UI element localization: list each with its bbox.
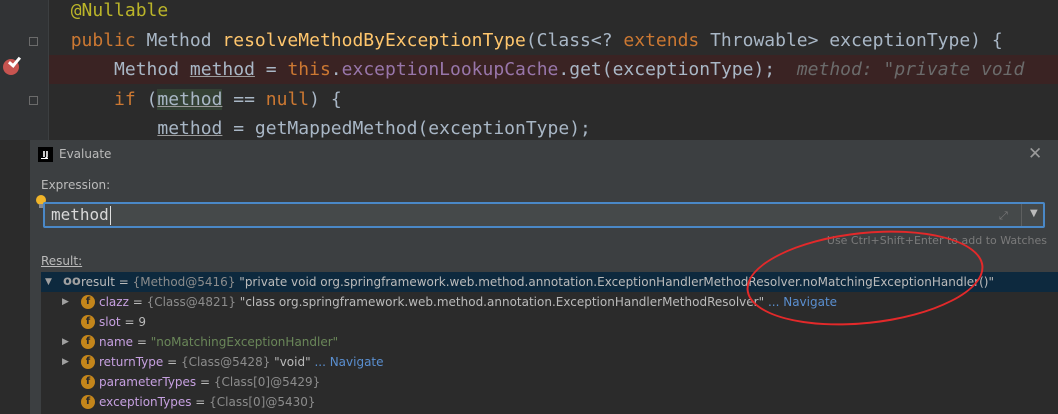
intellij-icon: IJ	[38, 147, 53, 162]
code-editor[interactable]: @Nullable public Method resolveMethodByE…	[49, 0, 1058, 140]
code-token: .get(exceptionType);	[558, 59, 776, 80]
dropdown-separator	[1021, 204, 1022, 226]
code-token: public	[70, 29, 147, 51]
result-ref: {Method@5416}	[132, 275, 236, 289]
field-name: clazz	[99, 295, 129, 309]
field-icon: f	[81, 355, 95, 369]
expand-arrow-icon[interactable]: ▶	[62, 292, 69, 312]
field-name: exceptionTypes	[99, 395, 192, 409]
field-icon: f	[81, 395, 95, 409]
field-value: "noMatchingExceptionHandler"	[150, 335, 339, 349]
collapse-arrow-icon[interactable]: ▼	[45, 272, 52, 292]
tree-row-returnType[interactable]: ▶ f returnType = {Class@5428} "void" ... N…	[41, 352, 1058, 372]
code-token: Method	[146, 29, 223, 51]
field-text: slot = 9	[99, 315, 146, 329]
expression-input[interactable]: method	[51, 205, 109, 225]
code-token: method	[189, 59, 255, 80]
field-ref: {Class@5428}	[180, 355, 271, 369]
code-line[interactable]: Method method = this.exceptionLookupCach…	[49, 55, 1058, 84]
tree-row-name[interactable]: ▶ f name = "noMatchingExceptionHandler"	[41, 332, 1058, 352]
field-ref: {Class[0]@5429}	[213, 375, 321, 389]
field-text: name = "noMatchingExceptionHandler"	[99, 335, 339, 349]
code-token: extends	[623, 29, 711, 51]
code-line[interactable]: public Method resolveMethodByExceptionTy…	[49, 26, 1058, 55]
code-token: method: "private void	[775, 59, 1025, 80]
expand-icon[interactable]: ⤢	[999, 209, 1008, 223]
code-token: null	[265, 88, 310, 110]
chevron-down-icon[interactable]: ▼	[1030, 208, 1038, 219]
field-name: parameterTypes	[99, 375, 197, 389]
code-token: Throwable> exceptionType) {	[710, 29, 1003, 51]
fold-icon[interactable]	[29, 96, 38, 105]
tree-row-parameterTypes[interactable]: f parameterTypes = {Class[0]@5429}	[41, 372, 1058, 392]
code-token: resolveMethodByExceptionType	[222, 29, 526, 51]
result-label: Result:	[41, 254, 83, 268]
field-icon: f	[81, 295, 95, 309]
field-name: name	[99, 335, 134, 349]
navigate-link[interactable]: ... Navigate	[314, 355, 383, 369]
code-token: method	[157, 118, 223, 139]
code-token: = getMappedMethod(exceptionType);	[222, 118, 591, 139]
tree-row-exceptionTypes[interactable]: f exceptionTypes = {Class[0]@5430}	[41, 392, 1058, 412]
field-text: parameterTypes = {Class[0]@5429}	[99, 375, 321, 389]
code-token: .	[330, 59, 342, 80]
expression-field[interactable]: method ⤢ ▼	[43, 202, 1045, 228]
field-text: returnType = {Class@5428} "void" ... Nav…	[99, 355, 384, 369]
expand-arrow-icon[interactable]: ▶	[62, 332, 69, 352]
fold-icon[interactable]	[29, 37, 38, 46]
code-token: =	[254, 59, 288, 80]
code-token: (	[146, 88, 158, 110]
code-token: ) {	[309, 88, 342, 110]
field-icon: f	[81, 315, 95, 329]
code-token: this	[287, 59, 331, 80]
field-ref: {Class@4821}	[146, 295, 236, 309]
field-value: "class org.springframework.web.method.an…	[239, 295, 765, 309]
code-line[interactable]: @Nullable	[49, 0, 1058, 25]
field-icon: f	[81, 375, 95, 389]
field-value: "void"	[274, 355, 311, 369]
dialog-title: Evaluate	[59, 147, 112, 161]
expression-label: Expression:	[41, 178, 111, 192]
field-name: returnType	[99, 355, 164, 369]
field-name: slot	[99, 315, 121, 329]
code-line[interactable]: if (method == null) {	[49, 85, 1058, 114]
expand-arrow-icon[interactable]: ▶	[62, 352, 69, 372]
result-name: result	[81, 275, 115, 289]
code-line[interactable]: method = getMappedMethod(exceptionType);	[49, 114, 1058, 143]
code-token: Method	[114, 59, 190, 80]
code-token: ==	[222, 88, 266, 110]
code-token: (Class<?	[525, 29, 624, 51]
field-icon: f	[81, 335, 95, 349]
field-ref: {Class[0]@5430}	[209, 395, 316, 409]
object-icon: oo	[63, 274, 81, 289]
code-token: if	[114, 88, 147, 110]
field-text: exceptionTypes = {Class[0]@5430}	[99, 395, 316, 409]
code-token: exceptionLookupCache	[341, 59, 559, 80]
close-icon[interactable]: ✕	[1028, 144, 1042, 164]
code-token: @Nullable	[70, 0, 169, 21]
field-text: clazz = {Class@4821} "class org.springfr…	[99, 295, 838, 309]
dialog-titlebar: IJ Evaluate ✕	[30, 140, 1058, 170]
code-token: method	[157, 88, 223, 110]
text-caret	[110, 206, 111, 225]
field-value: 9	[138, 315, 146, 329]
